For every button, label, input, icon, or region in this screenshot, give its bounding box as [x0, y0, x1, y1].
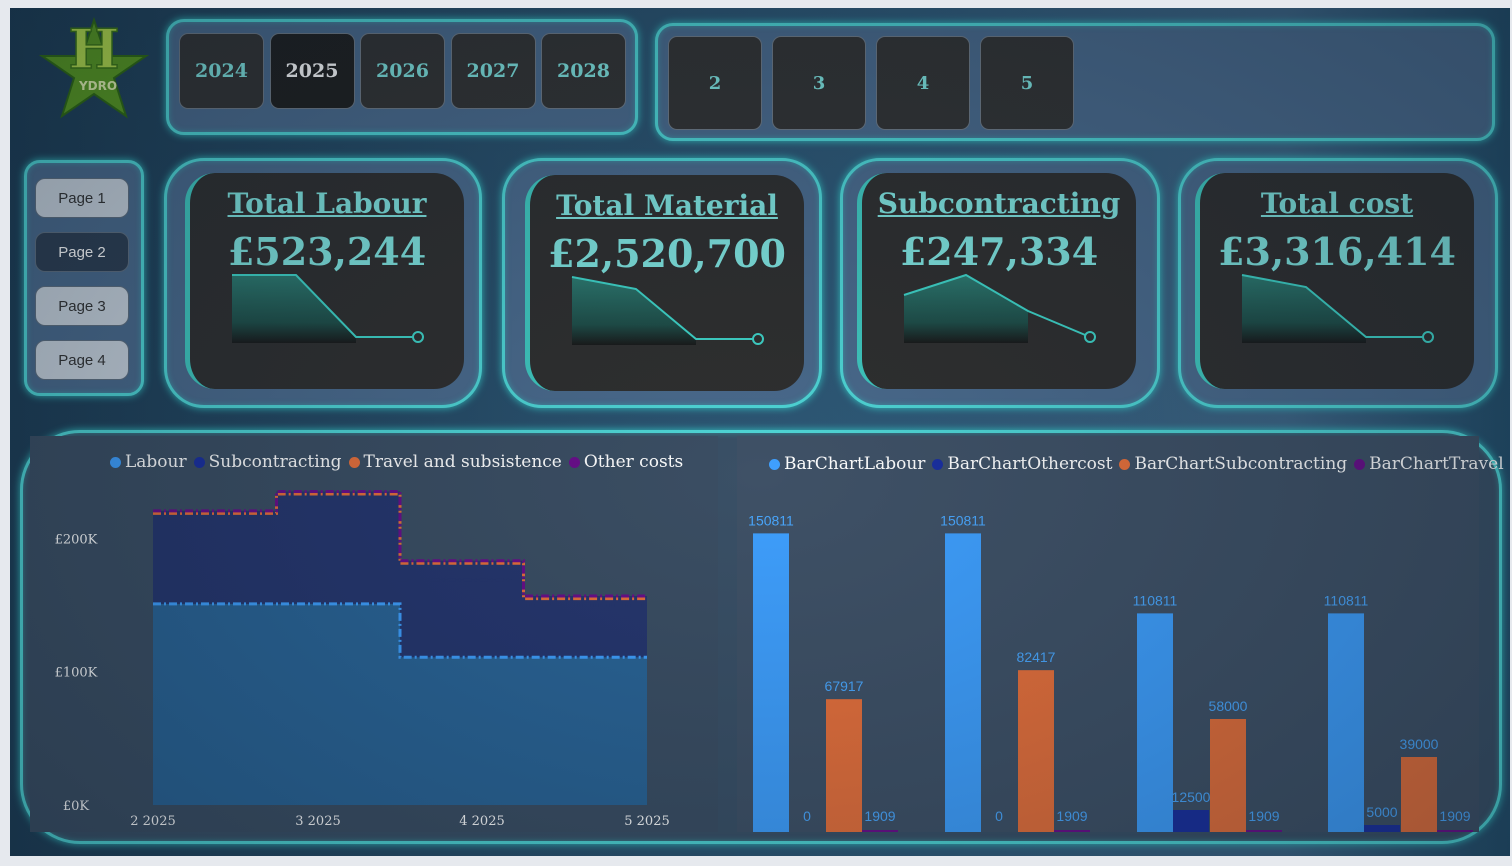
- bar-barchartsubcontracting: [1210, 719, 1246, 832]
- logo-letter: H: [68, 17, 119, 81]
- year-button-2026[interactable]: 2026: [360, 33, 445, 109]
- month-button-2[interactable]: 2: [668, 36, 762, 130]
- dashboard-canvas: H YDRO 2024 2025 2026 2027 2028 2345 Page 1P…: [10, 8, 1510, 856]
- logo-text: YDRO: [78, 79, 117, 93]
- bar-barchartsubcontracting: [826, 699, 862, 832]
- bar-data-label: 39000: [1400, 736, 1439, 752]
- sparkline-area: [232, 275, 356, 343]
- bar-barchartlabour: [1137, 613, 1173, 832]
- hydro-logo: H YDRO: [36, 16, 152, 134]
- kpi-value: £523,244: [227, 229, 427, 274]
- bar-data-label: 67917: [825, 678, 864, 694]
- x-tick-label: 2 2025: [130, 814, 176, 829]
- year-button-2024[interactable]: 2024: [179, 33, 264, 109]
- year-button-2025[interactable]: 2025: [269, 33, 355, 109]
- page-navigator: Page 1 Page 2 Page 3 Page 4: [24, 160, 144, 396]
- sparkline-end-point: [1422, 331, 1434, 343]
- bar-barcharttravel: [1246, 830, 1282, 832]
- year-slicer: 2024 2025 2026 2027 2028: [166, 19, 638, 135]
- bar-barcharttravel: [1437, 830, 1473, 832]
- nav-page-3-button[interactable]: Page 3: [35, 286, 129, 326]
- bar-barchartlabour: [1328, 613, 1364, 832]
- sparkline-area: [1242, 275, 1366, 343]
- kpi-card-body: Total Material £2,520,700: [525, 175, 804, 391]
- bar-barchartlabour: [753, 533, 789, 832]
- star-logo-icon: H YDRO: [38, 16, 150, 119]
- bar-data-label: 110811: [1133, 592, 1178, 608]
- sparkline-end-point: [412, 331, 424, 343]
- kpi-card-subcontracting: Subcontracting £247,334: [840, 158, 1160, 408]
- bar-data-label: 82417: [1017, 649, 1056, 665]
- kpi-sparkline: [903, 273, 1096, 343]
- year-button-2028[interactable]: 2028: [541, 33, 626, 109]
- kpi-card-body: Total Labour £523,244: [185, 173, 464, 389]
- bar-barcharttravel: [862, 830, 898, 832]
- kpi-card-total-labour: Total Labour £523,244: [164, 158, 482, 408]
- month-button-3[interactable]: 3: [772, 36, 866, 130]
- bar-barchartothercost: [1364, 825, 1400, 832]
- kpi-card-total-cost: Total cost £3,316,414: [1178, 158, 1498, 408]
- bar-data-label: 110811: [1324, 592, 1369, 608]
- sparkline-area: [904, 275, 1028, 343]
- sparkline-end-point: [1084, 331, 1096, 343]
- bar-barchartothercost: [1173, 810, 1209, 832]
- area-chart: £0K £100K £200K 2 2025 3 2025 4 2025 5 2025: [55, 489, 670, 829]
- bar-data-label: 12500: [1172, 789, 1211, 805]
- kpi-title: Total cost: [1260, 187, 1414, 220]
- bar-data-label: 58000: [1209, 698, 1248, 714]
- kpi-card-body: Subcontracting £247,334: [857, 173, 1136, 389]
- kpi-card-body: Total cost £3,316,414: [1195, 173, 1474, 389]
- bar-chart-panel: BarChartLabour BarChartOthercost BarChartS…: [737, 436, 1504, 832]
- kpi-title: Total Material: [556, 189, 778, 222]
- area-chart-panel: Labour Subcontracting Travel and subsisten…: [30, 436, 718, 832]
- bar-data-label: 0: [803, 808, 811, 824]
- x-tick-label: 3 2025: [295, 814, 341, 829]
- kpi-sparkline: [571, 276, 764, 345]
- nav-page-2-button[interactable]: Page 2: [35, 232, 129, 272]
- nav-page-1-button[interactable]: Page 1: [35, 178, 129, 218]
- bar-data-label: 1909: [1248, 808, 1279, 824]
- kpi-value: £2,520,700: [548, 231, 786, 276]
- bar-barchartlabour: [945, 533, 981, 832]
- kpi-sparkline: [232, 274, 424, 343]
- month-button-5[interactable]: 5: [980, 36, 1074, 130]
- bar-data-label: 150811: [748, 512, 794, 528]
- kpi-value: £247,334: [899, 229, 1099, 274]
- bar-barchartsubcontracting: [1401, 757, 1437, 832]
- y-tick-label: £100K: [55, 666, 98, 681]
- sparkline-end-point: [752, 333, 764, 345]
- bar-data-label: 1909: [1056, 808, 1087, 824]
- bar-data-label: 5000: [1366, 804, 1397, 820]
- nav-page-4-button[interactable]: Page 4: [35, 340, 129, 380]
- month-slicer: 2345: [655, 23, 1495, 141]
- bar-data-label: 0: [995, 808, 1003, 824]
- kpi-value: £3,316,414: [1218, 229, 1456, 274]
- bar-barcharttravel: [1054, 830, 1090, 832]
- x-tick-label: 4 2025: [459, 814, 505, 829]
- year-button-2027[interactable]: 2027: [450, 33, 536, 109]
- sparkline-area: [572, 277, 696, 345]
- bar-barchartsubcontracting: [1018, 670, 1054, 832]
- y-tick-label: £200K: [55, 532, 98, 547]
- kpi-sparkline: [1241, 274, 1434, 343]
- y-tick-label: £0K: [63, 799, 90, 814]
- kpi-card-total-material: Total Material £2,520,700: [502, 158, 822, 408]
- month-button-4[interactable]: 4: [876, 36, 970, 130]
- bar-data-label: 1909: [1439, 808, 1470, 824]
- kpi-title: Total Labour: [227, 187, 427, 220]
- bar-chart: 150811 0 67917 1909 150811 0 82417 1909 110811 12…: [748, 512, 1473, 832]
- kpi-title: Subcontracting: [877, 187, 1121, 220]
- bar-data-label: 1909: [864, 808, 895, 824]
- bar-data-label: 150811: [940, 512, 986, 528]
- x-tick-label: 5 2025: [624, 814, 670, 829]
